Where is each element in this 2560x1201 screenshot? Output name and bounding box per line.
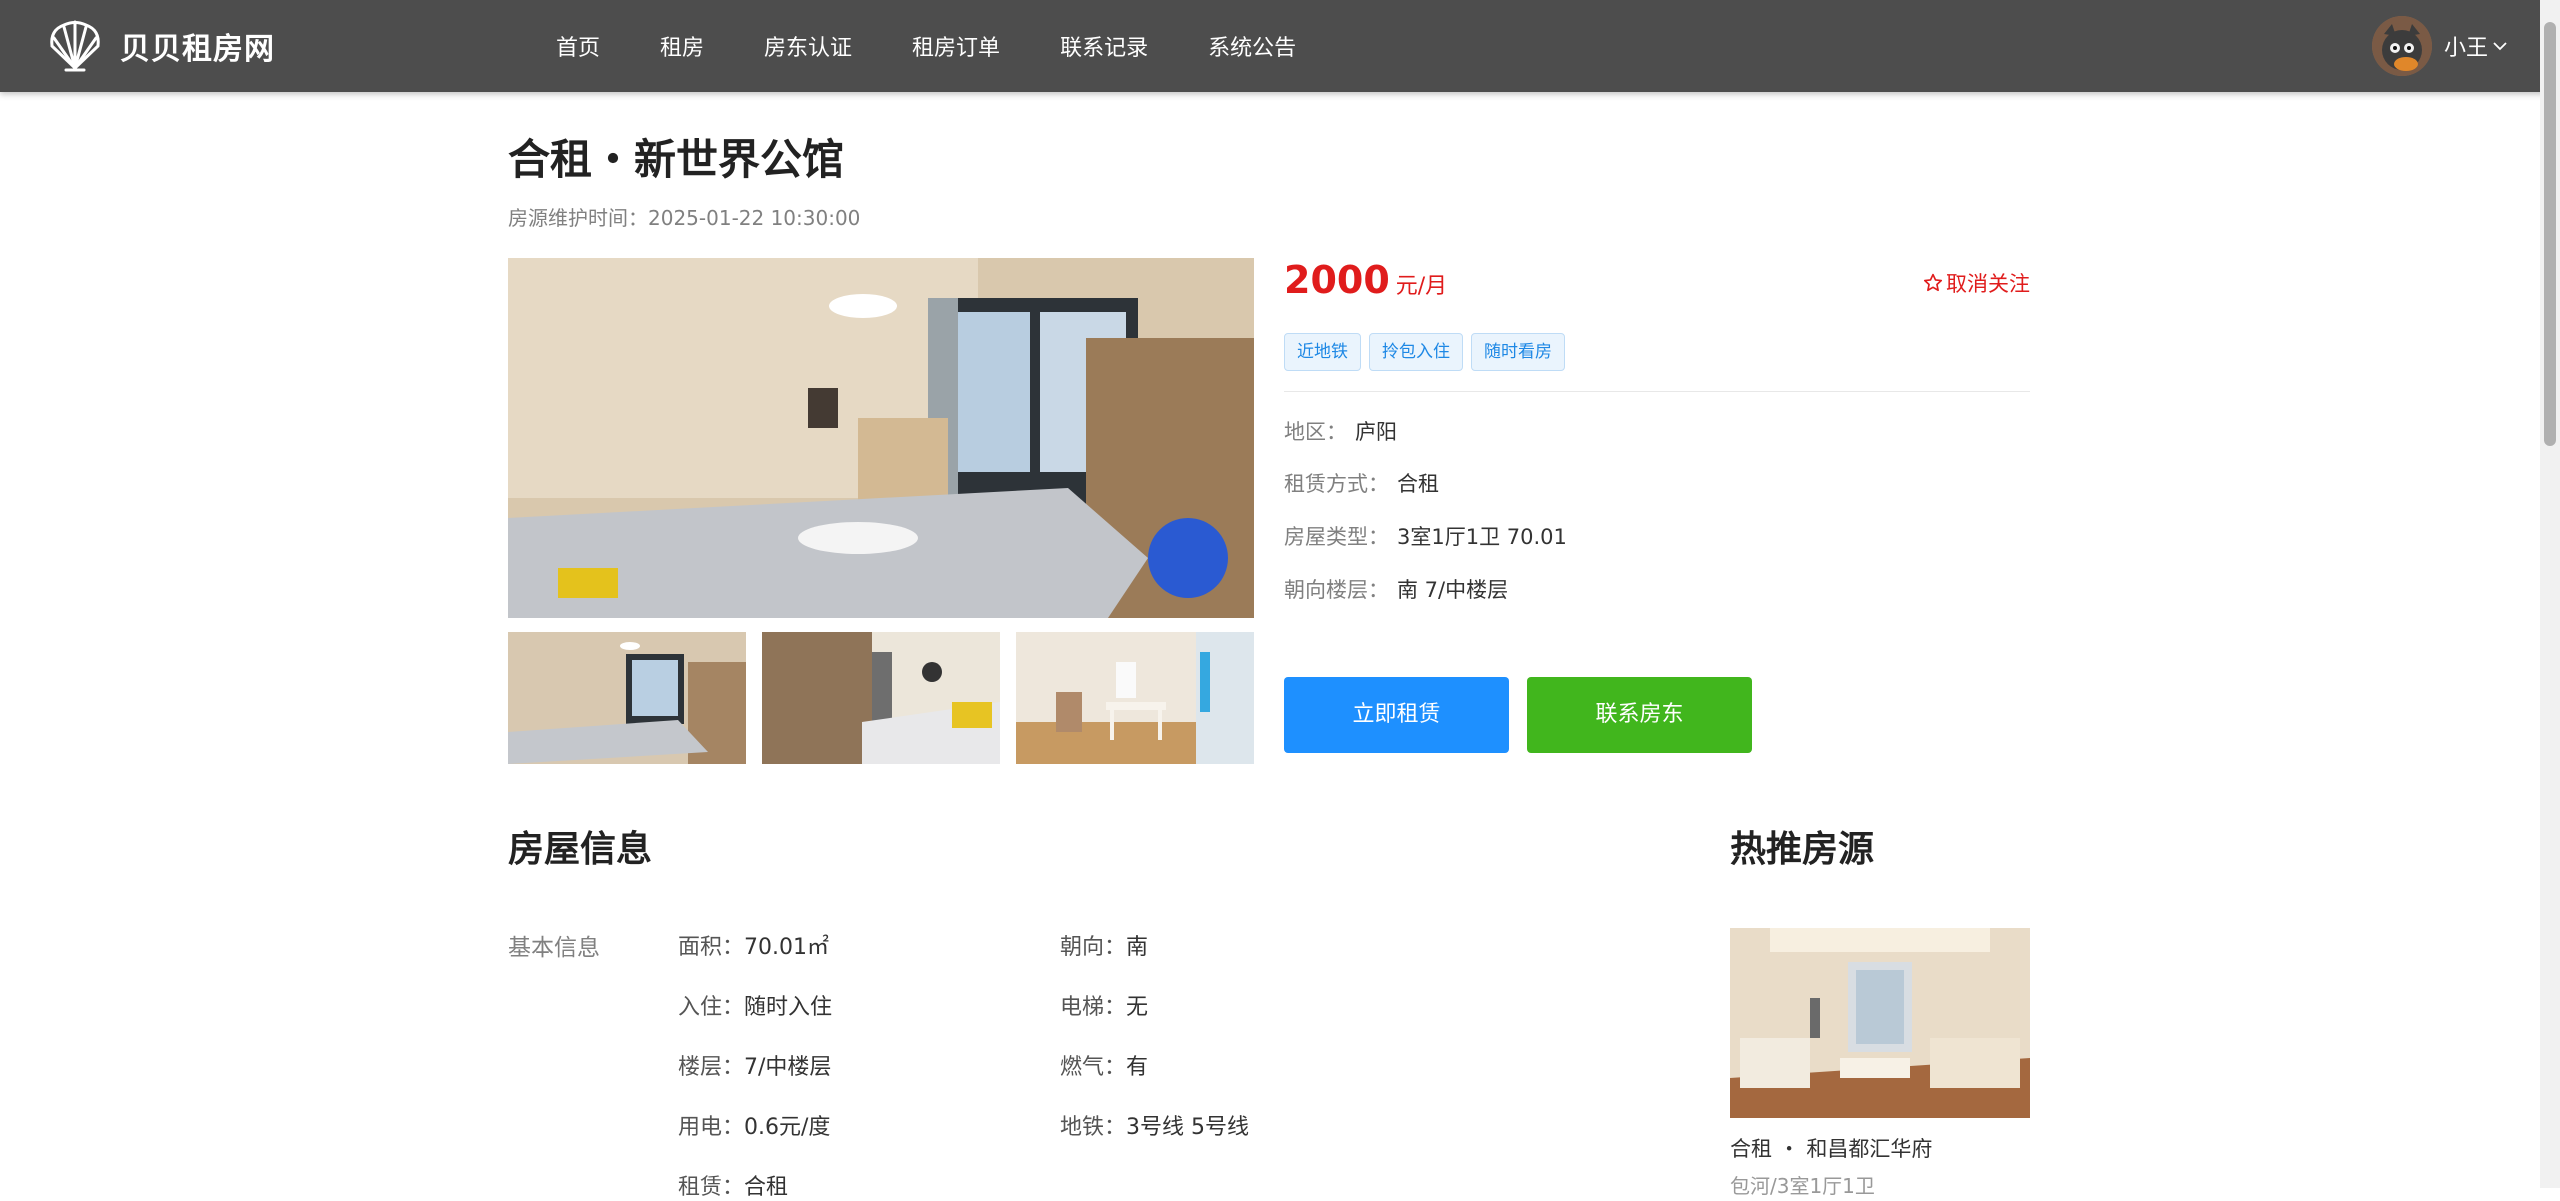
attr-region: 地区： 庐阳 <box>1284 416 1397 446</box>
chevron-down-icon[interactable] <box>2492 38 2508 54</box>
unfollow-button[interactable]: 取消关注 <box>1922 268 2030 298</box>
tag-viewing-anytime: 随时看房 <box>1471 333 1565 371</box>
info-key: 电梯： <box>1060 995 1127 1020</box>
attr-rent-mode: 租赁方式： 合租 <box>1284 468 1439 498</box>
photo-thumbnail[interactable] <box>1016 632 1254 764</box>
top-nav-bar: 贝贝租房网 首页 租房 房东认证 租房订单 联系记录 系统公告 小王 <box>0 0 2560 92</box>
hot-listing-photo[interactable] <box>1730 928 2030 1118</box>
nav-item-landlord-auth[interactable]: 房东认证 <box>764 30 852 62</box>
main-nav: 首页 租房 房东认证 租房订单 联系记录 系统公告 <box>556 0 1356 92</box>
hot-listings-title: 热推房源 <box>1730 829 1875 870</box>
nav-item-rent[interactable]: 租房 <box>660 30 704 62</box>
avatar[interactable] <box>2371 16 2432 76</box>
tag-move-in-ready: 拎包入住 <box>1369 333 1463 371</box>
divider <box>1284 391 2030 392</box>
page-scrollbar[interactable] <box>2540 0 2560 1188</box>
info-key: 楼层： <box>678 1055 745 1080</box>
attr-key: 朝向楼层： <box>1284 578 1389 602</box>
user-name[interactable]: 小王 <box>2444 30 2488 62</box>
tag-near-subway: 近地铁 <box>1284 333 1361 371</box>
unfollow-label: 取消关注 <box>1946 272 2030 296</box>
info-subway: 地铁：3号线 5号线 <box>1060 1109 1249 1141</box>
info-orientation: 朝向：南 <box>1060 929 1148 961</box>
photo-thumbnail[interactable] <box>508 632 746 764</box>
info-value: 7/中楼层 <box>744 1055 832 1080</box>
info-key: 燃气： <box>1060 1055 1127 1080</box>
info-value: 0.6元/度 <box>744 1115 831 1140</box>
info-value: 有 <box>1126 1055 1149 1080</box>
info-value: 无 <box>1126 995 1149 1020</box>
attr-value: 南 7/中楼层 <box>1397 578 1509 602</box>
photo-thumbnail[interactable] <box>762 632 1000 764</box>
hot-listing-title[interactable]: 合租 ・ 和昌都汇华府 <box>1730 1133 1932 1163</box>
attr-key: 租赁方式： <box>1284 472 1389 496</box>
attr-orientation-floor: 朝向楼层： 南 7/中楼层 <box>1284 574 1508 604</box>
attr-key: 地区： <box>1284 420 1347 444</box>
page-title: 合租・新世界公馆 <box>508 135 845 184</box>
shell-logo-icon <box>50 20 100 72</box>
rent-price: 2000 元/月 <box>1284 258 1447 302</box>
nav-item-rent-orders[interactable]: 租房订单 <box>912 30 1000 62</box>
info-area: 面积：70.01㎡ <box>678 929 829 961</box>
attr-house-type: 房屋类型： 3室1厅1卫 70.01 <box>1284 521 1567 551</box>
rent-now-button[interactable]: 立即租赁 <box>1284 677 1509 753</box>
nav-item-contact-records[interactable]: 联系记录 <box>1060 30 1148 62</box>
attr-value: 3室1厅1卫 70.01 <box>1397 525 1567 549</box>
site-name: 贝贝租房网 <box>120 32 275 67</box>
info-rent-mode: 租赁：合租 <box>678 1169 788 1201</box>
price-unit: 元/月 <box>1395 274 1448 299</box>
info-value: 3号线 5号线 <box>1126 1115 1250 1140</box>
maintain-time: 房源维护时间：2025-01-22 10:30:00 <box>508 206 861 230</box>
info-value: 随时入住 <box>744 995 833 1020</box>
main-photo[interactable] <box>508 258 1254 618</box>
attr-key: 房屋类型： <box>1284 525 1389 549</box>
info-value: 南 <box>1126 935 1149 960</box>
price-value: 2000 <box>1284 258 1390 302</box>
contact-landlord-button[interactable]: 联系房东 <box>1527 677 1752 753</box>
info-electricity: 用电：0.6元/度 <box>678 1109 830 1141</box>
hot-listing-subtitle: 包河/3室1厅1卫 <box>1730 1174 1875 1198</box>
house-tags: 近地铁 拎包入住 随时看房 <box>1284 333 1573 371</box>
info-value: 70.01㎡ <box>744 935 829 960</box>
nav-item-announcements[interactable]: 系统公告 <box>1208 30 1296 62</box>
site-logo[interactable]: 贝贝租房网 <box>44 18 275 74</box>
user-menu[interactable]: 小王 <box>2371 14 2508 78</box>
nav-item-home[interactable]: 首页 <box>556 30 600 62</box>
info-move-in: 入住：随时入住 <box>678 989 832 1021</box>
scrollbar-thumb[interactable] <box>2544 22 2556 446</box>
info-elevator: 电梯：无 <box>1060 989 1148 1021</box>
star-icon <box>1923 273 1943 292</box>
info-floor: 楼层：7/中楼层 <box>678 1049 831 1081</box>
house-info-title: 房屋信息 <box>508 829 653 870</box>
info-key: 入住： <box>678 995 745 1020</box>
info-key: 地铁： <box>1060 1115 1127 1140</box>
attr-value: 庐阳 <box>1355 420 1397 444</box>
info-key: 用电： <box>678 1115 745 1140</box>
basic-info-label: 基本信息 <box>508 935 600 961</box>
info-key: 面积： <box>678 935 745 960</box>
info-key: 朝向： <box>1060 935 1127 960</box>
info-gas: 燃气：有 <box>1060 1049 1148 1081</box>
attr-value: 合租 <box>1397 472 1439 496</box>
